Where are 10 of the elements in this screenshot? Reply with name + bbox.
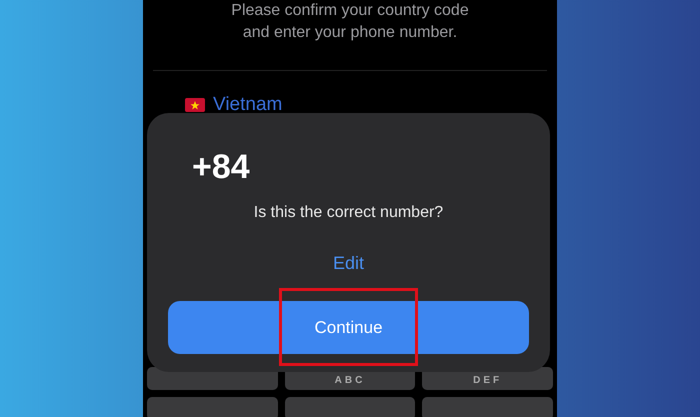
keypad-key[interactable] xyxy=(147,397,278,417)
flag-icon xyxy=(185,98,205,112)
question-text: Is this the correct number? xyxy=(254,203,444,223)
country-code: +84 xyxy=(192,147,250,187)
instruction-text: and enter your phone number. xyxy=(242,23,458,43)
keypad-key[interactable] xyxy=(422,397,553,417)
edit-button[interactable]: Edit xyxy=(332,250,364,277)
instruction-text: Please confirm your country code xyxy=(231,1,469,21)
continue-button[interactable]: Continue xyxy=(168,301,529,354)
keypad-key[interactable] xyxy=(284,397,416,417)
